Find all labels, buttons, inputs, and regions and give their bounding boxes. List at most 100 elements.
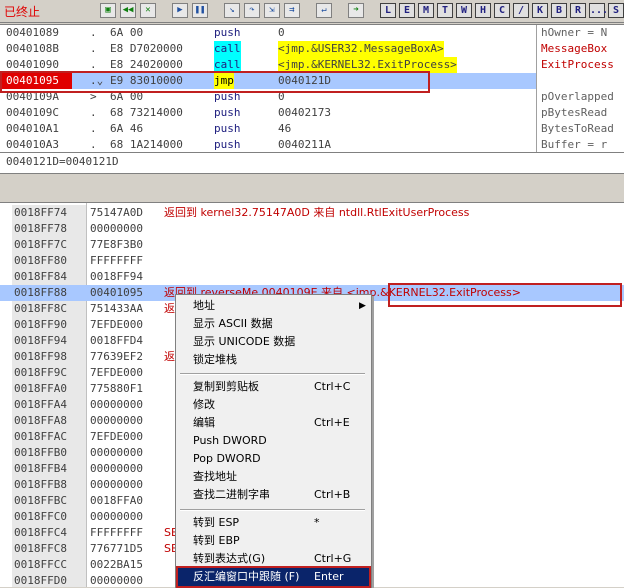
step-over-icon[interactable]: ↷: [244, 3, 260, 18]
menu-item-find-address[interactable]: 查找地址: [176, 468, 369, 486]
menu-item-goto-ebp[interactable]: 转到 EBP: [176, 532, 369, 550]
stack-value: 00000000: [90, 574, 143, 587]
context-menu[interactable]: 地址 ▶ 显示 ASCII 数据 显示 UNICODE 数据 锁定堆栈 复制到剪…: [175, 294, 372, 588]
menu-label: 显示 UNICODE 数据: [193, 335, 296, 348]
disassembly-pane[interactable]: 00401089 . 6A 00 push 0 0040108B . E8 D7…: [0, 24, 624, 153]
menu-shortcut: Ctrl+B: [314, 488, 351, 501]
disasm-operand: 46: [278, 122, 292, 135]
stack-address: 0018FFC4: [12, 525, 86, 541]
status-text: 已终止: [4, 5, 41, 19]
menu-item-pop-dword[interactable]: Pop DWORD: [176, 450, 369, 468]
stack-value: 0022BA15: [90, 558, 143, 571]
menu-label: 显示 ASCII 数据: [193, 317, 273, 330]
menu-label: 编辑: [193, 416, 215, 429]
stack-row[interactable]: 0018FF80 FFFFFFFF: [0, 253, 624, 269]
disasm-mnemonic: push: [214, 26, 241, 39]
run-icon[interactable]: ▶: [172, 3, 188, 18]
menu-item-modify[interactable]: 修改: [176, 396, 369, 414]
stack-value: 00000000: [90, 414, 143, 427]
stack-value: 0018FFA0: [90, 494, 143, 507]
stack-value: 00000000: [90, 510, 143, 523]
disasm-hex: E8 D7020000: [110, 42, 183, 55]
stack-address: 0018FF9C: [12, 365, 86, 381]
menu-highlight-box: [176, 566, 371, 588]
menu-item-show-unicode[interactable]: 显示 UNICODE 数据: [176, 333, 369, 351]
log-window-button[interactable]: L: [380, 3, 396, 18]
stack-comment: 返: [164, 350, 175, 363]
stack-address: 0018FFB8: [12, 477, 86, 493]
stack-value: 00000000: [90, 398, 143, 411]
menu-item-show-ascii[interactable]: 显示 ASCII 数据: [176, 315, 369, 333]
menu-item-edit[interactable]: 编辑 Ctrl+E: [176, 414, 369, 432]
stack-address: 0018FFC8: [12, 541, 86, 557]
references-window-button[interactable]: R: [570, 3, 586, 18]
disasm-operand: 0: [278, 26, 285, 39]
info-text: 0040121D=0040121D: [6, 155, 119, 168]
disasm-row[interactable]: 0040108B . E8 D7020000 call <jmp.&USER32…: [0, 41, 540, 57]
disasm-address: 004010A3: [6, 138, 59, 151]
disasm-address: 0040108B: [6, 42, 59, 55]
disasm-comment: pBytesRead: [541, 106, 608, 119]
menu-item-push-dword[interactable]: Push DWORD: [176, 432, 369, 450]
stack-value: 77639EF2: [90, 350, 143, 363]
step-into-icon[interactable]: ↘: [224, 3, 240, 18]
menu-separator: [180, 509, 365, 511]
threads-window-button[interactable]: T: [437, 3, 453, 18]
disasm-marker: .: [90, 106, 97, 119]
stack-comment: 返回到 kernel32.75147A0D 来自 ntdll.RtlExitUs…: [164, 206, 470, 219]
menu-label: Pop DWORD: [193, 452, 261, 465]
source-window-button[interactable]: S: [608, 3, 624, 18]
execute-till-return-icon[interactable]: ↵: [316, 3, 332, 18]
cpu-window-button[interactable]: C: [494, 3, 510, 18]
stack-address: 0018FFBC: [12, 493, 86, 509]
disasm-marker: .: [90, 42, 97, 55]
menu-shortcut: *: [314, 516, 320, 529]
menu-item-goto-esp[interactable]: 转到 ESP *: [176, 514, 369, 532]
menu-label: 转到 ESP: [193, 516, 240, 529]
disasm-row[interactable]: 00401089 . 6A 00 push 0: [0, 25, 540, 41]
windows-window-button[interactable]: W: [456, 3, 472, 18]
stack-value: 00401095: [90, 286, 143, 299]
disasm-marker: .: [90, 138, 97, 151]
close-icon[interactable]: ✕: [140, 3, 156, 18]
patches-window-button[interactable]: /: [513, 3, 529, 18]
modules-window-button[interactable]: E: [399, 3, 415, 18]
menu-item-address[interactable]: 地址 ▶: [176, 297, 369, 315]
disasm-row[interactable]: 0040109C . 68 73214000 push 00402173: [0, 105, 540, 121]
menu-label: 转到 EBP: [193, 534, 240, 547]
memory-window-button[interactable]: M: [418, 3, 434, 18]
breakpoints-window-button[interactable]: B: [551, 3, 567, 18]
stack-row[interactable]: 0018FF7C 77E8F3B0: [0, 237, 624, 253]
restart-icon[interactable]: ◀◀: [120, 3, 136, 18]
stack-address: 0018FF84: [12, 269, 86, 285]
disasm-address: 0040109C: [6, 106, 59, 119]
stack-address: 0018FF80: [12, 253, 86, 269]
pause-icon[interactable]: ❚❚: [192, 3, 208, 18]
disasm-row[interactable]: 004010A1 . 6A 46 push 46: [0, 121, 540, 137]
stack-highlight-box: [388, 283, 622, 307]
menu-item-find-binary[interactable]: 查找二进制字串 Ctrl+B: [176, 486, 369, 504]
disasm-row[interactable]: 004010A3 . 68 1A214000 push 0040211A: [0, 137, 540, 153]
stack-value: 0018FFD4: [90, 334, 143, 347]
callstack-window-button[interactable]: K: [532, 3, 548, 18]
menu-label: 查找地址: [193, 470, 237, 483]
menu-item-lock-stack[interactable]: 锁定堆栈: [176, 351, 369, 369]
disasm-mnemonic: push: [214, 138, 241, 151]
menu-shortcut: Ctrl+C: [314, 380, 351, 393]
stack-address: 0018FF78: [12, 221, 86, 237]
goto-icon[interactable]: ➜: [348, 3, 364, 18]
stack-value: 751433AA: [90, 302, 143, 315]
menu-item-copy[interactable]: 复制到剪贴板 Ctrl+C: [176, 378, 369, 396]
run-trace-window-button[interactable]: ...: [589, 3, 608, 18]
menu-label: 查找二进制字串: [193, 488, 270, 501]
handles-window-button[interactable]: H: [475, 3, 491, 18]
stack-value: 775880F1: [90, 382, 143, 395]
trace-into-icon[interactable]: ⇲: [264, 3, 280, 18]
trace-over-icon[interactable]: ⇉: [284, 3, 300, 18]
info-pane: 0040121D=0040121D: [0, 152, 624, 174]
disasm-operand: 00402173: [278, 106, 331, 119]
stack-row[interactable]: 0018FF78 00000000: [0, 221, 624, 237]
open-icon[interactable]: ▣: [100, 3, 116, 18]
menu-label: 锁定堆栈: [193, 353, 237, 366]
stack-row[interactable]: 0018FF74 75147A0D 返回到 kernel32.75147A0D 来自…: [0, 205, 624, 221]
